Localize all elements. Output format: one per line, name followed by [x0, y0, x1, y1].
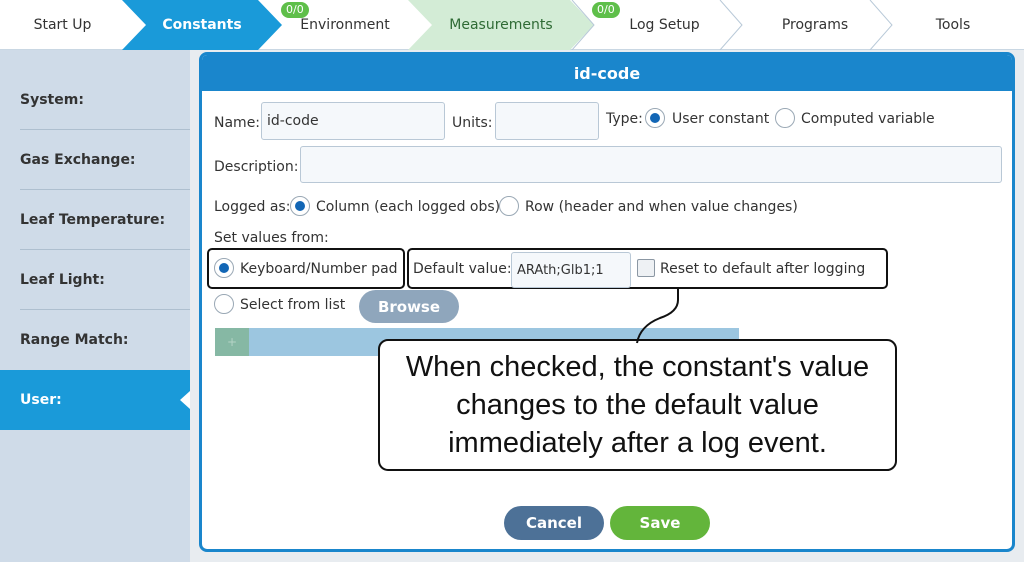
callout-pointer — [636, 288, 679, 344]
